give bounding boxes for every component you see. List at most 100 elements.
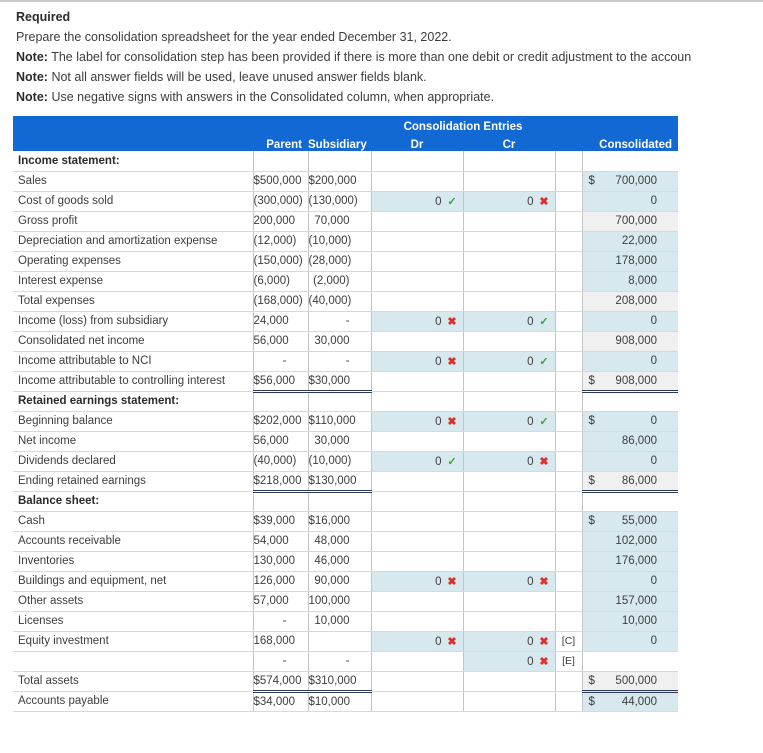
cell-step-tag [555, 231, 583, 252]
cell-consolidated[interactable]: 0 [582, 191, 678, 212]
cell-debit[interactable]: 0 ✓ [371, 451, 464, 472]
cell-credit[interactable]: 0 ✖ [463, 571, 556, 592]
cell-subsidiary: 46,000 [308, 551, 372, 572]
cell-subsidiary-value: 46,000 [314, 555, 350, 567]
cell-subsidiary: - [308, 651, 372, 672]
cell-consolidated[interactable]: $44,000 [582, 691, 678, 712]
cell-parent: (12,000) [253, 231, 309, 252]
cell-debit [371, 671, 464, 692]
currency-symbol: $ [588, 415, 595, 427]
cell-credit[interactable]: 0 ✖ [463, 651, 556, 672]
row-label: Income (loss) from subsidiary [13, 311, 254, 332]
cell-parent-value: - [282, 655, 287, 667]
cell-credit[interactable]: 0 ✓ [463, 351, 556, 372]
cell-step-tag [555, 311, 583, 332]
note-line-3: Note: Use negative signs with answers in… [16, 90, 763, 104]
cell-consolidated[interactable]: 86,000 [582, 431, 678, 452]
cell-step-tag [555, 671, 583, 692]
cell-consolidated-value: 86,000 [621, 474, 657, 487]
cell-consolidated[interactable]: $700,000 [582, 171, 678, 192]
table-row: Other assets 57,000 100,000 157,000 [13, 591, 678, 612]
cell-credit [463, 691, 556, 712]
cell-parent-value: (6,000) [253, 275, 290, 287]
cell-consolidated [582, 491, 678, 512]
cell-debit [371, 391, 464, 412]
cell-credit [463, 271, 556, 292]
cell-parent: 54,000 [253, 531, 309, 552]
cell-debit[interactable]: 0 ✓ [371, 191, 464, 212]
currency-symbol: $ [588, 695, 595, 708]
cell-subsidiary-value: - [345, 355, 350, 367]
cell-debit-value: 0 [435, 355, 442, 368]
row-label: Income attributable to controlling inter… [13, 371, 254, 392]
cell-debit [371, 271, 464, 292]
cell-credit[interactable]: 0 ✖ [463, 631, 556, 652]
cell-parent: 56,000 [253, 431, 309, 452]
cell-credit[interactable]: 0 ✓ [463, 311, 556, 332]
cell-credit [463, 151, 556, 172]
cell-subsidiary: $130,000 [308, 470, 372, 493]
cell-step-tag [555, 471, 583, 492]
cell-consolidated[interactable]: 157,000 [582, 591, 678, 612]
cell-consolidated[interactable]: 10,000 [582, 611, 678, 632]
cell-debit [371, 511, 464, 532]
cell-consolidated-value: 102,000 [615, 535, 657, 547]
cell-credit[interactable]: 0 ✖ [463, 451, 556, 472]
row-label: Equity investment [13, 631, 254, 652]
cell-debit[interactable]: 0 ✖ [371, 351, 464, 372]
cell-credit [463, 611, 556, 632]
cell-parent-value: (150,000) [253, 255, 303, 267]
cell-subsidiary: $310,000 [308, 670, 372, 693]
currency-symbol: $ [588, 175, 595, 187]
cell-credit-value: 0 [527, 315, 534, 328]
table-row: Net income 56,000 30,000 86,000 [13, 431, 678, 452]
table-row: Total expenses (168,000) (40,000) 208,000 [13, 290, 678, 312]
cell-parent: 200,000 [253, 210, 309, 232]
note-text-2: Not all answer fields will be used, leav… [51, 70, 427, 84]
cell-consolidated[interactable]: 0 [582, 311, 678, 332]
cell-step-tag [555, 691, 583, 712]
cell-consolidated[interactable]: 0 [582, 451, 678, 472]
cell-consolidated[interactable]: $0 [582, 411, 678, 432]
cell-debit[interactable]: 0 ✖ [371, 571, 464, 592]
cell-consolidated[interactable]: $55,000 [582, 511, 678, 532]
cell-credit[interactable]: 0 ✖ [463, 191, 556, 212]
cell-consolidated[interactable]: 0 [582, 571, 678, 592]
cell-parent [253, 391, 309, 412]
cell-debit[interactable]: 0 ✖ [371, 311, 464, 332]
cell-consolidated[interactable]: 0 [582, 351, 678, 372]
cell-consolidated[interactable]: 176,000 [582, 551, 678, 572]
cell-parent: $500,000 [253, 171, 309, 192]
cell-subsidiary-value: 30,000 [314, 435, 350, 447]
row-label: Accounts payable [13, 691, 254, 712]
cell-parent-value: (40,000) [253, 455, 297, 467]
cell-credit [463, 471, 556, 492]
cell-subsidiary [308, 631, 372, 652]
cell-consolidated[interactable]: 102,000 [582, 531, 678, 552]
cell-credit [463, 431, 556, 452]
incorrect-cross-icon: ✖ [447, 635, 457, 648]
cell-parent-value: $500,000 [253, 175, 302, 187]
cell-debit-value: 0 [435, 195, 442, 208]
cell-consolidated: $908,000 [582, 370, 678, 393]
incorrect-cross-icon: ✖ [539, 655, 549, 668]
cell-subsidiary: (10,000) [308, 231, 372, 252]
cell-debit[interactable]: 0 ✖ [371, 411, 464, 432]
note-line-1: Note: The label for consolidation step h… [16, 50, 763, 64]
cell-consolidated[interactable]: 178,000 [582, 251, 678, 272]
cell-credit-value: 0 [527, 195, 534, 208]
cell-step-tag [555, 391, 583, 412]
cell-subsidiary: - [308, 311, 372, 332]
header-spacer-subsidiary [308, 116, 371, 133]
cell-subsidiary: $110,000 [308, 411, 372, 432]
cell-credit[interactable]: 0 ✓ [463, 411, 556, 432]
cell-consolidated[interactable]: 8,000 [582, 271, 678, 292]
cell-step-tag [555, 211, 583, 232]
cell-consolidated: 208,000 [582, 290, 678, 312]
cell-parent: $218,000 [253, 470, 309, 493]
cell-parent-value: $56,000 [253, 374, 296, 387]
cell-consolidated[interactable]: 0 [582, 631, 678, 652]
cell-consolidated[interactable]: 22,000 [582, 231, 678, 252]
row-label: Beginning balance [13, 411, 254, 432]
cell-debit[interactable]: 0 ✖ [371, 631, 464, 652]
